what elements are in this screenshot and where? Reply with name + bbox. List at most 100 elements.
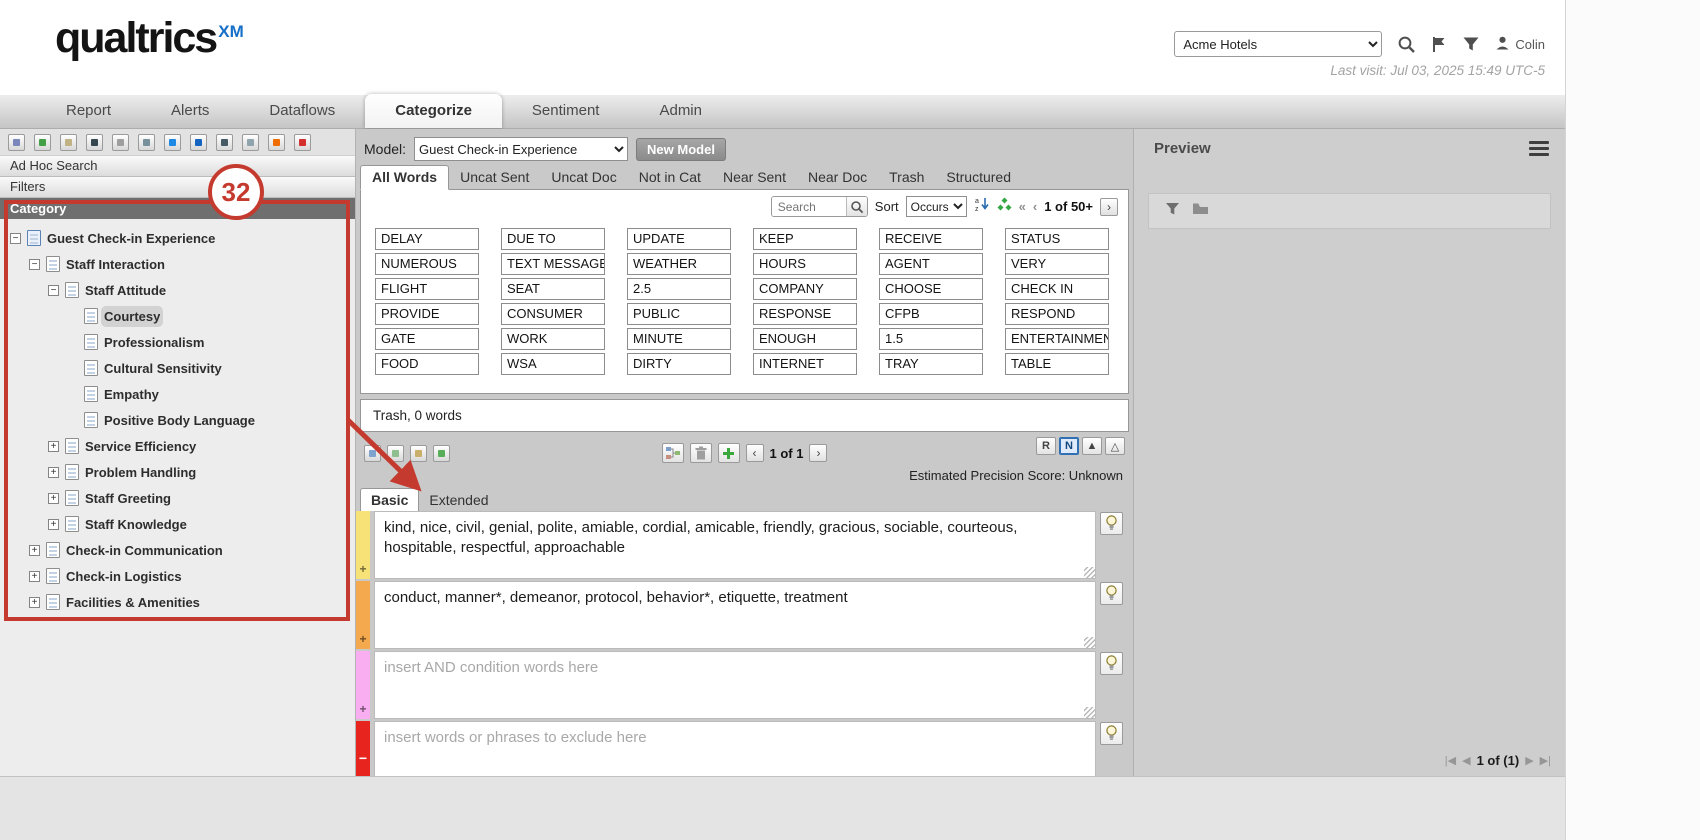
suggest-words-button[interactable] bbox=[1100, 582, 1123, 605]
table-icon[interactable] bbox=[242, 134, 259, 151]
expand-toggle-icon[interactable] bbox=[48, 285, 59, 296]
expand-toggle-icon[interactable] bbox=[29, 597, 40, 608]
page-prev-icon[interactable]: ‹ bbox=[1033, 199, 1037, 214]
upload-icon[interactable] bbox=[164, 134, 181, 151]
snapshot-icon[interactable] bbox=[86, 134, 103, 151]
sort-select[interactable]: Occurs bbox=[906, 196, 967, 217]
tab-near-sent[interactable]: Near Sent bbox=[712, 166, 797, 189]
rules-page-prev-icon[interactable]: ‹ bbox=[746, 444, 764, 462]
tab-report[interactable]: Report bbox=[36, 94, 141, 128]
word-chip[interactable]: DUE TO bbox=[501, 228, 605, 250]
expand-toggle-icon[interactable] bbox=[48, 467, 59, 478]
preview-prev-page-icon[interactable]: ◀ bbox=[1462, 754, 1470, 767]
tab-dataflows[interactable]: Dataflows bbox=[239, 94, 365, 128]
tab-trash[interactable]: Trash bbox=[878, 166, 935, 189]
download-icon[interactable] bbox=[190, 134, 207, 151]
tab-basic[interactable]: Basic bbox=[360, 488, 419, 511]
word-chip[interactable]: CHECK IN bbox=[1005, 278, 1109, 300]
word-chip[interactable]: TRAY bbox=[879, 353, 983, 375]
word-chip[interactable]: ENTERTAINMENT bbox=[1005, 328, 1109, 350]
word-chip[interactable]: COMPANY bbox=[753, 278, 857, 300]
suggest-words-button[interactable] bbox=[1100, 722, 1123, 745]
rule-color-stripe[interactable]: + bbox=[356, 651, 370, 719]
page-next-icon[interactable]: › bbox=[1100, 198, 1118, 216]
word-chip[interactable]: 1.5 bbox=[879, 328, 983, 350]
org-icon[interactable] bbox=[138, 134, 155, 151]
export-icon[interactable] bbox=[60, 134, 77, 151]
tree-item[interactable]: Courtesy bbox=[2, 303, 355, 329]
word-chip[interactable]: DELAY bbox=[375, 228, 479, 250]
word-chip[interactable]: 2.5 bbox=[627, 278, 731, 300]
word-chip[interactable]: NUMEROUS bbox=[375, 253, 479, 275]
word-chip[interactable]: CHOOSE bbox=[879, 278, 983, 300]
expand-toggle-icon[interactable] bbox=[29, 571, 40, 582]
word-chip[interactable]: WORK bbox=[501, 328, 605, 350]
tab-uncat-sent[interactable]: Uncat Sent bbox=[449, 166, 540, 189]
rule-words-input[interactable] bbox=[374, 651, 1096, 719]
hamburger-menu-icon[interactable] bbox=[1529, 141, 1549, 157]
word-chip[interactable]: WSA bbox=[501, 353, 605, 375]
expand-toggle-icon[interactable] bbox=[29, 545, 40, 556]
swap-icon[interactable] bbox=[433, 445, 450, 462]
tree-item[interactable]: Service Efficiency bbox=[2, 433, 355, 459]
word-chip[interactable]: CFPB bbox=[879, 303, 983, 325]
word-chip[interactable]: HOURS bbox=[753, 253, 857, 275]
word-chip[interactable]: WEATHER bbox=[627, 253, 731, 275]
key-icon[interactable] bbox=[112, 134, 129, 151]
resize-handle-icon[interactable] bbox=[1084, 707, 1095, 718]
tree-item[interactable]: Problem Handling bbox=[2, 459, 355, 485]
expand-toggle-icon[interactable] bbox=[10, 233, 21, 244]
tree-item[interactable]: Staff Knowledge bbox=[2, 511, 355, 537]
word-chip[interactable]: RESPOND bbox=[1005, 303, 1109, 325]
tab-all-words[interactable]: All Words bbox=[360, 165, 449, 190]
expand-toggle-icon[interactable] bbox=[48, 493, 59, 504]
user-menu[interactable]: Colin bbox=[1495, 35, 1545, 53]
word-chip[interactable]: DIRTY bbox=[627, 353, 731, 375]
tree-item[interactable]: Check-in Communication bbox=[2, 537, 355, 563]
tab-not-in-cat[interactable]: Not in Cat bbox=[628, 166, 712, 189]
rule-words-input[interactable]: kind, nice, civil, genial, polite, amiab… bbox=[374, 511, 1096, 579]
tree-item[interactable]: Staff Greeting bbox=[2, 485, 355, 511]
word-chip[interactable]: FLIGHT bbox=[375, 278, 479, 300]
search-icon[interactable] bbox=[1397, 35, 1416, 54]
tab-uncat-doc[interactable]: Uncat Doc bbox=[540, 166, 627, 189]
preview-last-page-icon[interactable]: ▶| bbox=[1540, 754, 1551, 767]
delete-icon[interactable] bbox=[294, 134, 311, 151]
copy-rule-icon[interactable] bbox=[364, 445, 381, 462]
word-chip[interactable]: PUBLIC bbox=[627, 303, 731, 325]
refresh-icon[interactable] bbox=[997, 197, 1012, 217]
folder-icon[interactable] bbox=[1192, 202, 1209, 220]
trash-icon[interactable] bbox=[690, 443, 712, 463]
word-chip[interactable]: FOOD bbox=[375, 353, 479, 375]
tree-item[interactable]: Staff Interaction bbox=[2, 251, 355, 277]
word-chip[interactable]: RECEIVE bbox=[879, 228, 983, 250]
precision-desc-icon[interactable]: △ bbox=[1105, 437, 1125, 455]
key-icon[interactable] bbox=[410, 445, 427, 462]
model-select[interactable]: Guest Check-in Experience bbox=[414, 137, 628, 161]
word-chip[interactable]: RESPONSE bbox=[753, 303, 857, 325]
preview-next-page-icon[interactable]: ▶ bbox=[1525, 754, 1533, 767]
trash-summary-bar[interactable]: Trash, 0 words bbox=[360, 399, 1129, 432]
flag-icon[interactable] bbox=[1431, 35, 1447, 54]
page-first-icon[interactable]: « bbox=[1019, 199, 1026, 214]
precision-asc-icon[interactable]: ▲ bbox=[1082, 437, 1102, 455]
recall-sort-icon[interactable]: R bbox=[1036, 437, 1056, 455]
tree-item[interactable]: Staff Attitude bbox=[2, 277, 355, 303]
save-icon[interactable] bbox=[8, 134, 25, 151]
hierarchy-icon[interactable] bbox=[216, 134, 233, 151]
tab-near-doc[interactable]: Near Doc bbox=[797, 166, 878, 189]
word-chip[interactable]: SEAT bbox=[501, 278, 605, 300]
word-chip[interactable]: ENOUGH bbox=[753, 328, 857, 350]
filters-section[interactable]: Filters bbox=[0, 177, 355, 198]
word-chip[interactable]: STATUS bbox=[1005, 228, 1109, 250]
add-rule-icon[interactable] bbox=[718, 443, 740, 463]
expand-toggle-icon[interactable] bbox=[48, 519, 59, 530]
number-sort-icon[interactable]: N bbox=[1059, 437, 1079, 455]
word-chip[interactable]: MINUTE bbox=[627, 328, 731, 350]
tree-item[interactable]: Check-in Logistics bbox=[2, 563, 355, 589]
rule-words-input[interactable]: conduct, manner*, demeanor, protocol, be… bbox=[374, 581, 1096, 649]
categorize-tree-icon[interactable] bbox=[662, 443, 684, 463]
new-model-button[interactable]: New Model bbox=[636, 138, 726, 161]
tree-item[interactable]: Cultural Sensitivity bbox=[2, 355, 355, 381]
resize-handle-icon[interactable] bbox=[1084, 637, 1095, 648]
